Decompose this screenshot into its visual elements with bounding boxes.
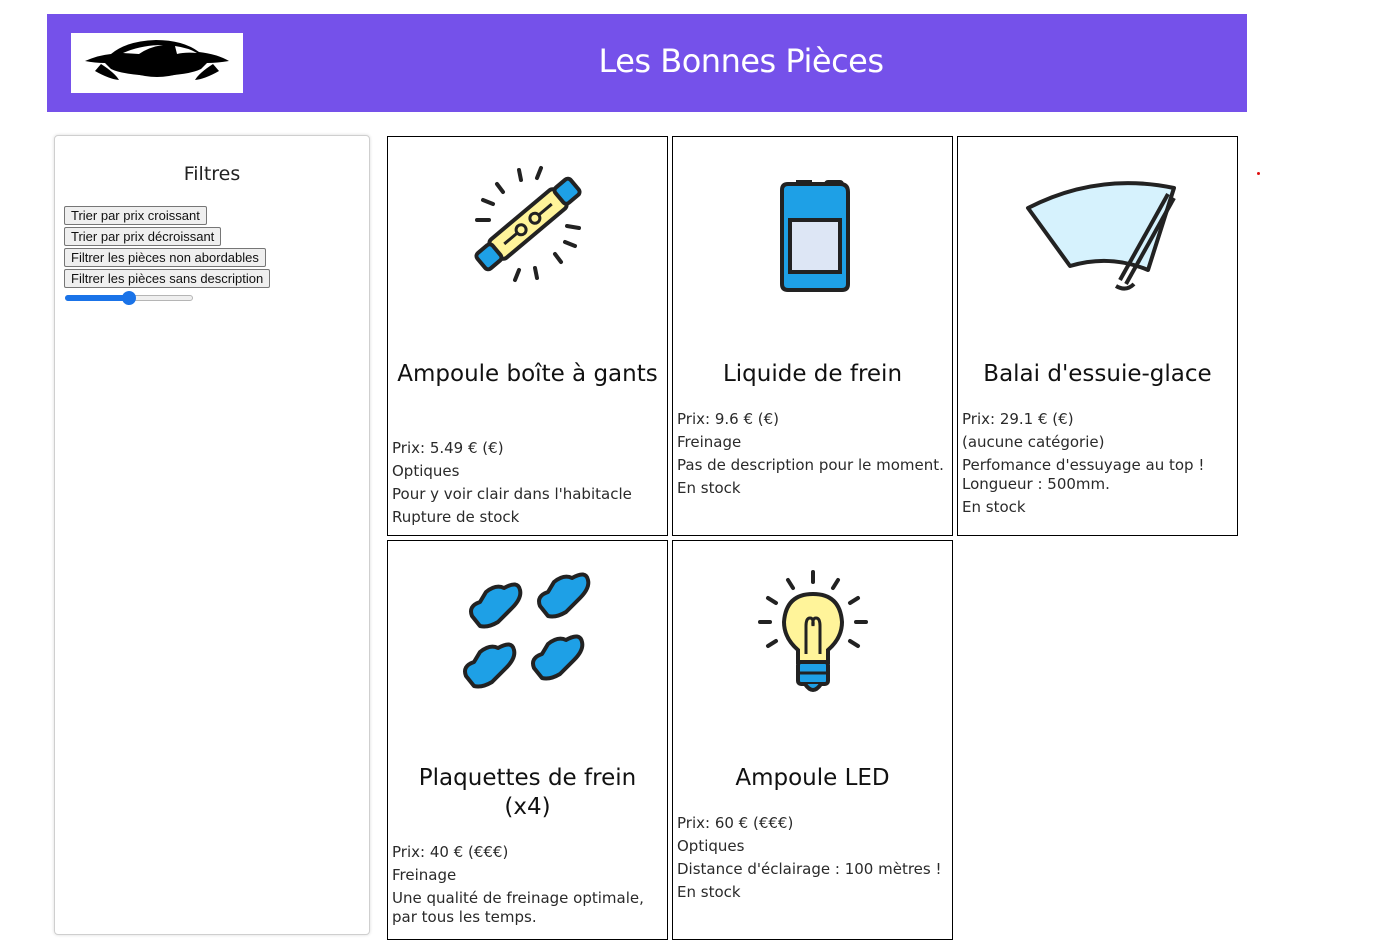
slider-fill <box>65 295 129 301</box>
glovebox-bulb-icon <box>473 166 582 282</box>
product-stock: En stock <box>962 498 1026 516</box>
product-info: Prix: 40 € (€€€) Freinage Une qualité de… <box>392 843 663 931</box>
wiper-blade-icon <box>1025 181 1176 291</box>
red-dot <box>1257 172 1260 175</box>
product-price: Prix: 9.6 € (€) <box>677 410 779 428</box>
product-name: Ampoule boîte à gants <box>397 361 658 387</box>
brake-fluid-can-icon <box>779 180 850 292</box>
product-info: Prix: 29.1 € (€) (aucune catégorie) Perf… <box>962 410 1233 521</box>
product-description: Pas de description pour le moment. <box>677 456 944 474</box>
product-category: Freinage <box>392 866 457 884</box>
product-card: Ampoule boîte à gants Prix: 5.49 € (€) O… <box>387 136 668 536</box>
sort-price-desc-button[interactable]: Trier par prix décroissant <box>64 227 222 246</box>
slider-thumb[interactable] <box>122 291 136 305</box>
product-price: Prix: 60 € (€€€) <box>677 814 794 832</box>
product-description: Distance d'éclairage : 100 mètres ! <box>677 860 942 878</box>
product-info: Prix: 5.49 € (€) Optiques Pour y voir cl… <box>392 439 663 531</box>
product-info: Prix: 60 € (€€€) Optiques Distance d'écl… <box>677 814 948 906</box>
led-bulb-icon <box>757 570 868 692</box>
product-name: Balai d'essuie-glace <box>983 361 1212 387</box>
sort-price-asc-button[interactable]: Trier par prix croissant <box>64 206 207 225</box>
product-stock: Rupture de stock <box>392 508 520 526</box>
product-info: Prix: 9.6 € (€) Freinage Pas de descript… <box>677 410 948 502</box>
product-description: Pour y voir clair dans l'habitacle <box>392 485 632 503</box>
product-category: Freinage <box>677 433 742 451</box>
product-card: Plaquettes de frein (x4) Prix: 40 € (€€€… <box>387 540 668 940</box>
product-description: Une qualité de freinage optimale, par to… <box>392 889 644 926</box>
product-price: Prix: 5.49 € (€) <box>392 439 504 457</box>
product-category: (aucune catégorie) <box>962 433 1105 451</box>
product-stock: En stock <box>677 479 741 497</box>
product-description: Perfomance d'essuyage au top ! Longueur … <box>962 456 1205 493</box>
product-name: Liquide de frein <box>722 361 903 387</box>
product-price: Prix: 40 € (€€€) <box>392 843 509 861</box>
filter-no-description-button[interactable]: Filtrer les pièces sans description <box>64 269 271 288</box>
product-card: Liquide de frein Prix: 9.6 € (€) Freinag… <box>672 136 953 536</box>
site-title: Les Bonnes Pièces <box>598 42 884 80</box>
product-card: Balai d'essuie-glace Prix: 29.1 € (€) (a… <box>957 136 1238 536</box>
product-name: Ampoule LED <box>735 765 890 791</box>
filter-unaffordable-button[interactable]: Filtrer les pièces non abordables <box>64 248 266 267</box>
filters-panel: Filtres Trier par prix croissant Trier p… <box>54 135 370 935</box>
product-price: Prix: 29.1 € (€) <box>962 410 1074 428</box>
site-header: Les Bonnes Pièces <box>47 14 1247 112</box>
brake-pads-icon <box>462 572 590 689</box>
product-stock: En stock <box>677 883 741 901</box>
filters-title: Filtres <box>183 163 241 185</box>
product-name: Plaquettes de frein (x4) <box>418 765 637 820</box>
product-card: Ampoule LED Prix: 60 € (€€€) Optiques Di… <box>672 540 953 940</box>
product-category: Optiques <box>677 837 745 855</box>
product-category: Optiques <box>392 462 460 480</box>
price-slider[interactable] <box>65 291 193 305</box>
